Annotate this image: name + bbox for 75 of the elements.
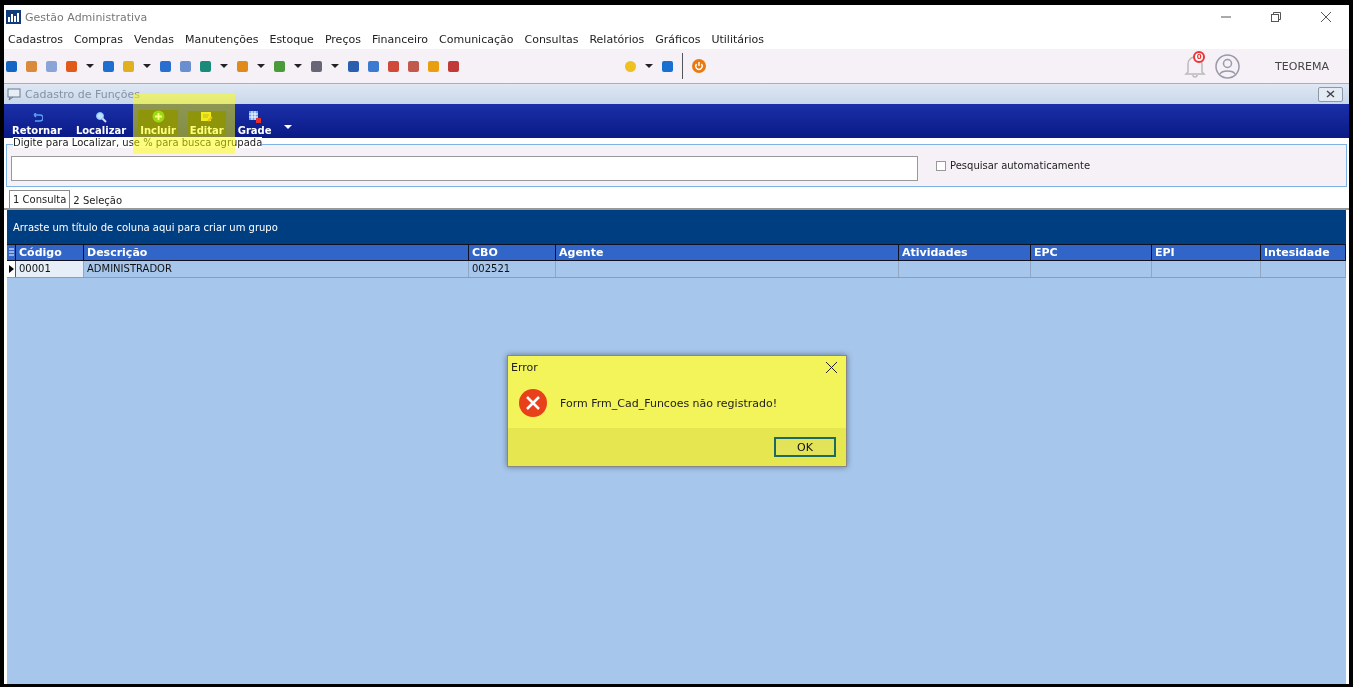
toolbar-icon[interactable] — [160, 60, 171, 72]
toolbar-button[interactable]: Grade — [235, 110, 274, 136]
ok-button[interactable]: OK — [774, 437, 836, 457]
toolbar-icon[interactable] — [368, 60, 379, 72]
toolbar-icon[interactable] — [311, 60, 322, 72]
table-cell: ADMINISTRADOR — [84, 261, 469, 277]
toolbar-icon[interactable] — [237, 60, 248, 72]
menu-item[interactable]: Comunicação — [439, 32, 514, 46]
toolbar-icon[interactable] — [103, 60, 114, 72]
close-icon — [1321, 12, 1331, 22]
caret-icon[interactable] — [331, 64, 339, 68]
grid-icon — [248, 110, 262, 123]
toolbar-icon[interactable] — [66, 60, 77, 72]
menu-item[interactable]: Utilitários — [711, 32, 765, 46]
toolbar-icon[interactable] — [26, 60, 37, 72]
column-header[interactable]: Código — [16, 245, 84, 260]
caret-icon[interactable] — [257, 64, 265, 68]
close-icon — [825, 361, 837, 373]
plus-circle-icon — [151, 110, 165, 123]
bell-icon[interactable] — [1184, 54, 1207, 78]
toolbar-button[interactable]: Localizar — [73, 111, 129, 136]
toolbar-icon[interactable] — [180, 60, 191, 72]
dialog-title: Error — [511, 360, 538, 374]
caret-icon[interactable] — [220, 64, 228, 68]
column-header[interactable]: EPC — [1031, 245, 1152, 260]
toolbar-icon[interactable] — [408, 60, 419, 72]
column-header[interactable]: Intesidade — [1261, 245, 1346, 260]
caret-icon[interactable] — [143, 64, 151, 68]
undo-arrow-icon — [30, 113, 43, 123]
column-header[interactable]: Atividades — [899, 245, 1031, 260]
menu-item[interactable]: Cadastros — [8, 32, 63, 46]
toolbar-icon[interactable] — [348, 60, 359, 72]
column-header[interactable]: Agente — [556, 245, 899, 260]
close-icon — [1326, 90, 1335, 98]
menu-item[interactable]: Gráficos — [655, 32, 701, 46]
toolbar-icon[interactable] — [274, 60, 285, 72]
column-header[interactable]: CBO — [469, 245, 556, 260]
restore-icon — [1271, 12, 1281, 22]
menu-item[interactable]: Manutenções — [184, 32, 259, 46]
user-name: TEOREMA — [1275, 59, 1329, 73]
column-header[interactable]: EPI — [1152, 245, 1261, 260]
table-cell: 002521 — [469, 261, 556, 277]
user-avatar-icon[interactable] — [1215, 53, 1241, 79]
menu-item[interactable]: Financeiro — [371, 32, 429, 46]
error-icon — [518, 388, 548, 418]
menu-item[interactable]: Consultas — [524, 32, 579, 46]
menu-item[interactable]: Compras — [73, 32, 124, 46]
toolbar-icon[interactable] — [448, 60, 459, 72]
group-by-hint: Arraste um título de coluna aqui para criar um grupo — [13, 221, 278, 233]
menu-item[interactable]: Preços — [324, 32, 361, 46]
auto-search-checkbox[interactable]: Pesquisar automaticamente — [936, 160, 1091, 171]
error-message: Form Frm_Cad_Funcoes não registrado! — [560, 396, 778, 410]
toolbar-icon[interactable] — [662, 60, 674, 72]
search-icon — [95, 111, 107, 123]
toolbar-icon[interactable] — [6, 60, 17, 72]
chat-icon — [7, 87, 21, 101]
menu-item[interactable]: Relatórios — [589, 32, 645, 46]
close-button[interactable] — [1318, 86, 1343, 102]
caret-icon[interactable] — [86, 64, 94, 68]
table-cell: 00001 — [16, 261, 84, 277]
tab[interactable]: 1 Consulta — [9, 190, 71, 208]
caret-icon[interactable] — [294, 64, 302, 68]
note-pencil-icon — [200, 111, 214, 123]
toolbar-icon[interactable] — [388, 60, 399, 72]
search-field[interactable] — [11, 156, 918, 181]
menu-item[interactable]: Vendas — [134, 32, 174, 46]
column-header[interactable]: Descrição — [84, 245, 469, 260]
child-window-title: Cadastro de Funções — [25, 87, 140, 101]
column-chooser-icon[interactable] — [8, 248, 14, 257]
toolbar-icon[interactable] — [200, 60, 211, 72]
caret-icon[interactable] — [645, 64, 654, 68]
power-icon[interactable] — [692, 59, 707, 73]
menu-item[interactable]: Estoque — [269, 32, 314, 46]
window-title: Gestão Administrativa — [25, 10, 148, 24]
toolbar-button[interactable]: Retornar — [10, 113, 64, 136]
